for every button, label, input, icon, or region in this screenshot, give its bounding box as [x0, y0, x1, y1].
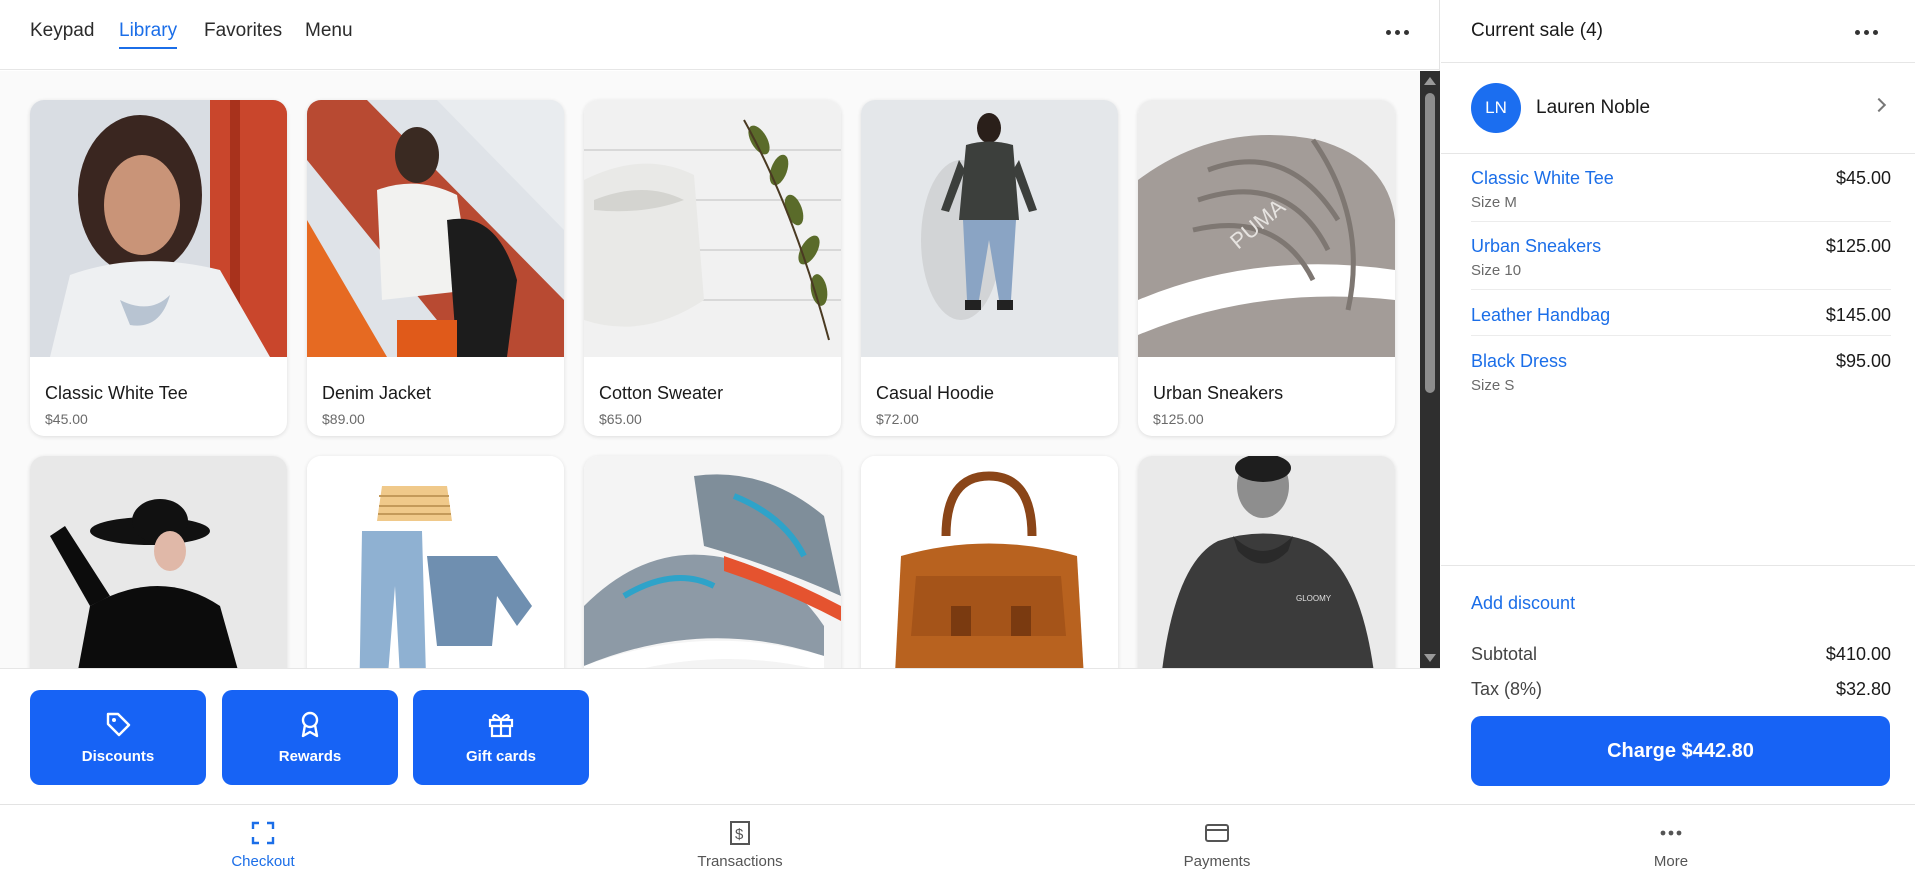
nav-transactions[interactable]: $ Transactions [640, 805, 840, 877]
product-image-denim-jacket [307, 100, 564, 357]
item-price: $95.00 [1835, 351, 1891, 371]
avatar: LN [1471, 83, 1521, 133]
item-price: $145.00 [1825, 305, 1891, 325]
sale-more-options-icon[interactable] [1849, 18, 1885, 46]
sale-line-item[interactable]: Classic White Tee $45.00 Size M [1471, 168, 1891, 222]
product-image-outfit [307, 456, 564, 668]
tab-library[interactable]: Library [119, 20, 178, 49]
gift-icon [488, 714, 514, 738]
subtotal-label: Subtotal [1471, 644, 1538, 664]
tag-icon [106, 712, 131, 737]
sale-line-item[interactable]: Black Dress $95.00 Size S [1471, 351, 1891, 397]
library-pane: Keypad Library Favorites Menu Classic Wh… [0, 0, 1440, 804]
item-name: Black Dress [1471, 351, 1568, 371]
product-image-running-shoes [584, 456, 841, 668]
sale-line-item[interactable]: Leather Handbag $145.00 [1471, 305, 1891, 336]
sale-header: Current sale (4) [1441, 0, 1915, 63]
item-name: Urban Sneakers [1471, 236, 1602, 256]
product-image-urban-sneakers: PUMA [1138, 100, 1395, 357]
nav-payments[interactable]: Payments [1117, 805, 1317, 877]
more-options-icon[interactable] [1380, 18, 1416, 46]
more-dots-icon [1660, 830, 1682, 836]
award-icon [301, 711, 319, 738]
product-name: Classic White Tee [45, 383, 188, 403]
tab-favorites[interactable]: Favorites [204, 20, 282, 42]
product-card[interactable]: Classic White Tee $45.00 [30, 100, 287, 436]
tax-label: Tax (8%) [1471, 679, 1543, 699]
product-card[interactable]: PUMA Urban Sneakers $125.00 [1138, 100, 1395, 436]
product-card[interactable]: Casual Hoodie $72.00 [861, 100, 1118, 436]
svg-text:$: $ [735, 826, 744, 843]
product-price: $89.00 [322, 411, 365, 427]
product-image-classic-white-tee [30, 100, 287, 357]
product-price: $125.00 [1153, 411, 1204, 427]
svg-text:GLOOMY: GLOOMY [1296, 594, 1332, 603]
product-image-black-hoodie: GLOOMY [1138, 456, 1395, 668]
discounts-label: Discounts [81, 748, 155, 765]
add-discount-link[interactable]: Add discount [1471, 593, 1575, 614]
item-name: Classic White Tee [1471, 168, 1614, 188]
product-grid: Classic White Tee $45.00 Denim Jacket $8… [0, 71, 1420, 668]
product-image-black-dress [30, 456, 287, 668]
discounts-button[interactable]: Discounts [30, 690, 206, 785]
product-card[interactable]: Cotton Sweater $65.00 [584, 100, 841, 436]
product-card[interactable] [30, 456, 287, 668]
item-variant: Size 10 [1471, 262, 1522, 279]
product-image-leather-handbag [861, 456, 1118, 668]
chevron-right-icon [1871, 97, 1887, 113]
top-nav: Keypad Library Favorites Menu [0, 0, 1440, 70]
scroll-down-icon[interactable] [1424, 654, 1436, 662]
subtotal-value: $410.00 [1825, 644, 1891, 664]
sale-summary: Add discount Subtotal $410.00 Tax (8%) $… [1441, 565, 1915, 804]
nav-checkout[interactable]: Checkout [163, 805, 363, 877]
product-image-cotton-sweater [584, 100, 841, 357]
gift-cards-label: Gift cards [465, 748, 537, 765]
tax-value: $32.80 [1835, 679, 1891, 699]
bottom-nav: Checkout $ Transactions Payments More [0, 804, 1915, 877]
item-variant: Size S [1471, 377, 1515, 394]
item-name: Leather Handbag [1471, 305, 1611, 325]
customer-name: Lauren Noble [1536, 97, 1651, 118]
gift-cards-button[interactable]: Gift cards [413, 690, 589, 785]
product-card[interactable] [584, 456, 841, 668]
credit-card-icon [1205, 824, 1229, 842]
nav-checkout-label: Checkout [231, 853, 295, 870]
product-name: Casual Hoodie [876, 383, 995, 403]
quick-actions: Discounts Rewards Gift cards [0, 668, 1440, 804]
product-price: $72.00 [876, 411, 919, 427]
tab-keypad[interactable]: Keypad [30, 20, 94, 42]
charge-button[interactable]: Charge $442.80 [1471, 716, 1890, 786]
current-sale-panel: Current sale (4) LN Lauren Noble Classic… [1441, 0, 1915, 804]
product-price: $45.00 [45, 411, 88, 427]
nav-more-label: More [1653, 853, 1689, 870]
nav-payments-label: Payments [1183, 853, 1251, 870]
rewards-button[interactable]: Rewards [222, 690, 398, 785]
product-card[interactable]: Denim Jacket $89.00 [307, 100, 564, 436]
product-price: $65.00 [599, 411, 642, 427]
item-price: $45.00 [1835, 168, 1891, 188]
sale-title: Current sale (4) [1471, 20, 1603, 41]
product-card[interactable] [861, 456, 1118, 668]
product-card[interactable] [307, 456, 564, 668]
item-price: $125.00 [1825, 236, 1891, 256]
scroll-up-icon[interactable] [1424, 77, 1436, 85]
rewards-label: Rewards [278, 748, 342, 765]
scroll-thumb[interactable] [1425, 93, 1435, 393]
product-image-casual-hoodie [861, 100, 1118, 357]
scan-icon [251, 821, 275, 845]
nav-more[interactable]: More [1571, 805, 1771, 877]
tab-menu[interactable]: Menu [305, 20, 353, 42]
nav-transactions-label: Transactions [697, 853, 783, 870]
receipt-dollar-icon: $ [730, 821, 750, 845]
product-name: Cotton Sweater [599, 383, 724, 403]
customer-row[interactable]: LN Lauren Noble [1441, 63, 1915, 154]
product-card[interactable]: GLOOMY [1138, 456, 1395, 668]
sale-line-item[interactable]: Urban Sneakers $125.00 Size 10 [1471, 236, 1891, 290]
product-name: Urban Sneakers [1153, 383, 1284, 403]
grid-scrollbar[interactable] [1420, 71, 1440, 668]
product-name: Denim Jacket [322, 383, 432, 403]
item-variant: Size M [1471, 194, 1517, 211]
